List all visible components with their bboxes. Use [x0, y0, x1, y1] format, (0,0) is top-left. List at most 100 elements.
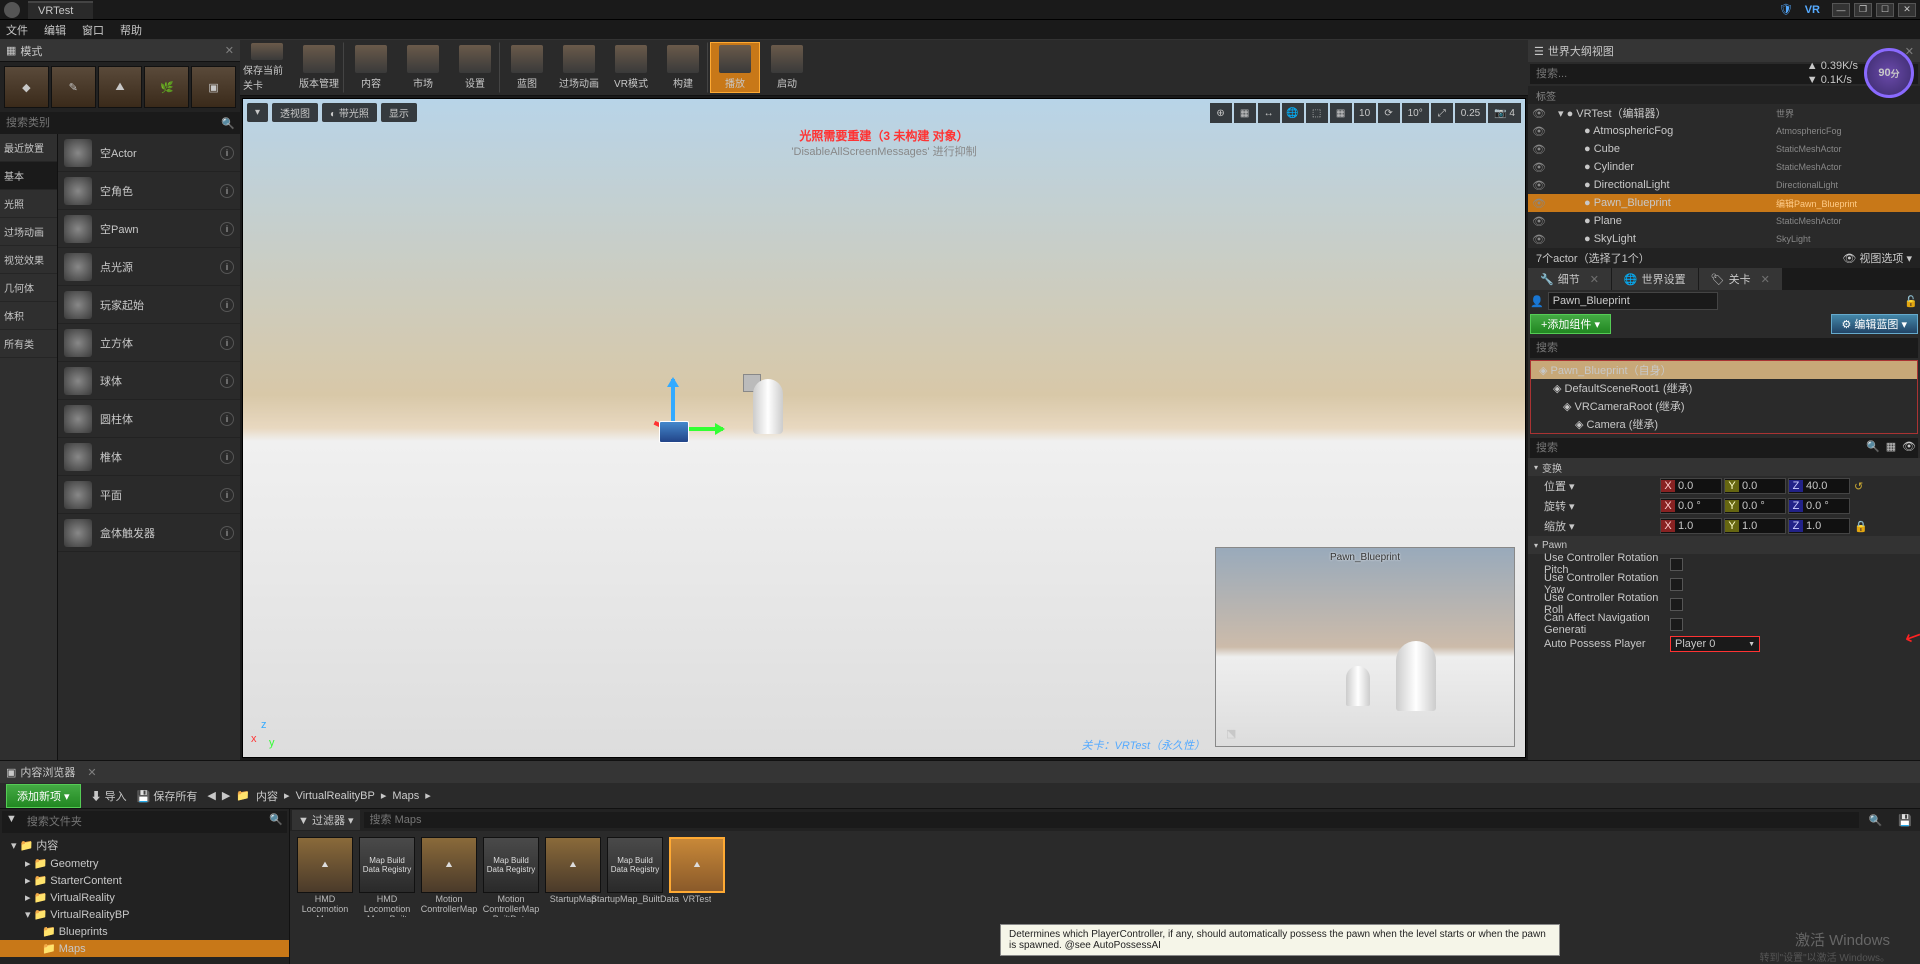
info-icon[interactable]: i [220, 298, 234, 312]
vp-tool[interactable]: ⤢ [1431, 103, 1453, 123]
menu-window[interactable]: 窗口 [82, 22, 104, 38]
back-button[interactable]: ◀ [207, 789, 215, 802]
checkbox[interactable] [1670, 598, 1683, 611]
lock-scale-icon[interactable]: 🔒 [1854, 520, 1868, 533]
tab-world-settings[interactable]: 🌐世界设置 [1612, 268, 1698, 290]
menu-edit[interactable]: 编辑 [44, 22, 66, 38]
component-search-input[interactable] [1530, 338, 1918, 358]
pawn-actor-icon[interactable] [659, 421, 689, 443]
location-z[interactable]: Z40.0 [1788, 478, 1850, 494]
actor-item[interactable]: 空Actori [58, 134, 240, 172]
vp-tool[interactable]: ⬚ [1306, 103, 1328, 123]
info-icon[interactable]: i [220, 336, 234, 350]
visibility-icon[interactable]: 👁 [1532, 215, 1546, 228]
maximize-button[interactable]: ☐ [1876, 3, 1894, 17]
mode-geometry-icon[interactable]: ▣ [191, 66, 236, 108]
tree-item[interactable]: ▾📁VirtualRealityBP [0, 906, 289, 923]
crumb-maps[interactable]: Maps [392, 790, 419, 802]
tool-市场[interactable]: 市场 [398, 42, 448, 93]
checkbox[interactable] [1670, 618, 1683, 631]
modes-tab[interactable]: ▦ 模式 ✕ [0, 40, 240, 62]
vp-lit[interactable]: ◐ 带光照 [322, 103, 377, 122]
add-component-button[interactable]: +添加组件 ▾ [1530, 314, 1611, 334]
tool-蓝图[interactable]: 蓝图 [502, 42, 552, 93]
tree-item[interactable]: ▸📁VirtualReality [0, 889, 289, 906]
folder-search-input[interactable] [21, 811, 265, 833]
location-y[interactable]: Y0.0 [1724, 478, 1786, 494]
category-search-input[interactable] [4, 115, 220, 131]
actor-item[interactable]: 立方体i [58, 324, 240, 362]
cat-volumes[interactable]: 体积 [0, 302, 57, 330]
info-icon[interactable]: i [220, 374, 234, 388]
outliner-row[interactable]: 👁● PlaneStaticMeshActor [1528, 212, 1920, 230]
menu-help[interactable]: 帮助 [120, 22, 142, 38]
filter-icon[interactable]: ▼ [2, 811, 21, 833]
vr-badge[interactable]: VR [1797, 4, 1828, 16]
asset-search-input[interactable] [364, 812, 1859, 828]
project-tab[interactable]: VRTest [28, 1, 93, 19]
info-icon[interactable]: i [220, 184, 234, 198]
vp-show[interactable]: 显示 [381, 103, 417, 122]
asset-item[interactable]: ⛰Motion ControllerMap [420, 837, 478, 917]
tool-构建[interactable]: 构建 [658, 42, 708, 93]
content-browser-tab[interactable]: ▣ 内容浏览器 ✕ [0, 761, 1920, 783]
mode-paint-icon[interactable]: ✎ [51, 66, 96, 108]
vp-tool[interactable]: ▦ [1330, 103, 1352, 123]
asset-item[interactable]: ⛰VRTest [668, 837, 726, 917]
close-button[interactable]: ✕ [1898, 3, 1916, 17]
restore-button[interactable]: ❐ [1854, 3, 1872, 17]
rotation-label[interactable]: 旋转 ▾ [1536, 498, 1656, 514]
location-label[interactable]: 位置 ▾ [1536, 478, 1656, 494]
tool-播放[interactable]: 播放 [710, 42, 760, 93]
info-icon[interactable]: i [220, 526, 234, 540]
tool-版本管理[interactable]: 版本管理 [294, 42, 344, 93]
add-new-button[interactable]: 添加新项 ▾ [6, 784, 81, 808]
transform-gizmo[interactable] [633, 379, 713, 459]
rotation-y[interactable]: Y0.0 ° [1724, 498, 1786, 514]
visibility-icon[interactable]: 👁 [1532, 107, 1546, 120]
scale-x[interactable]: X1.0 [1660, 518, 1722, 534]
crumb-vrbp[interactable]: VirtualRealityBP [296, 790, 375, 802]
menu-file[interactable]: 文件 [6, 22, 28, 38]
component-search[interactable] [1530, 338, 1918, 358]
rotation-x[interactable]: X0.0 ° [1660, 498, 1722, 514]
lock-icon[interactable]: 🔓 [1904, 295, 1918, 308]
info-icon[interactable]: i [220, 412, 234, 426]
component-row[interactable]: ◈ Pawn_Blueprint（自身） [1531, 361, 1917, 379]
vp-tool[interactable]: ↔ [1258, 103, 1280, 123]
tree-item[interactable]: 📁Maps [0, 940, 289, 957]
info-icon[interactable]: i [220, 222, 234, 236]
tool-保存当前关卡[interactable]: 保存当前关卡 [242, 42, 292, 93]
outliner-row[interactable]: 👁● CubeStaticMeshActor [1528, 140, 1920, 158]
tool-VR模式[interactable]: VR模式 [606, 42, 656, 93]
visibility-icon[interactable]: 👁 [1532, 143, 1546, 156]
close-icon[interactable]: ✕ [225, 44, 234, 57]
visibility-icon[interactable]: 👁 [1532, 233, 1546, 246]
actor-item[interactable]: 空Pawni [58, 210, 240, 248]
filters-button[interactable]: ▼ 过滤器 ▾ [292, 810, 360, 830]
outliner-row[interactable]: 👁● DirectionalLightDirectionalLight [1528, 176, 1920, 194]
actor-item[interactable]: 球体i [58, 362, 240, 400]
vp-tool[interactable]: ⊕ [1210, 103, 1232, 123]
asset-item[interactable]: Map Build Data RegistryMotion Controller… [482, 837, 540, 917]
cylinder-mesh[interactable] [753, 379, 783, 434]
tool-内容[interactable]: 内容 [346, 42, 396, 93]
rotation-z[interactable]: Z0.0 ° [1788, 498, 1850, 514]
cat-visual[interactable]: 视觉效果 [0, 246, 57, 274]
minimize-button[interactable]: — [1832, 3, 1850, 17]
vp-tool[interactable]: 📷 4 [1488, 103, 1521, 123]
scale-y[interactable]: Y1.0 [1724, 518, 1786, 534]
component-row[interactable]: ◈ DefaultSceneRoot1 (继承) [1531, 379, 1917, 397]
view-options[interactable]: 👁 视图选项 ▾ [1842, 250, 1912, 266]
visibility-icon[interactable]: 👁 [1532, 179, 1546, 192]
vp-tool[interactable]: 10° [1402, 103, 1429, 123]
close-icon[interactable]: ✕ [87, 766, 96, 779]
category-search[interactable]: 🔍 [0, 112, 240, 134]
cat-geometry[interactable]: 几何体 [0, 274, 57, 302]
forward-button[interactable]: ▶ [222, 789, 230, 802]
cat-recent[interactable]: 最近放置 [0, 134, 57, 162]
vp-dropdown[interactable]: ▾ [247, 103, 268, 122]
auto-possess-dropdown[interactable]: Player 0 ▼ [1670, 636, 1760, 652]
cat-cinematic[interactable]: 过场动画 [0, 218, 57, 246]
details-search[interactable]: 🔍 ▦ 👁 [1530, 438, 1918, 458]
